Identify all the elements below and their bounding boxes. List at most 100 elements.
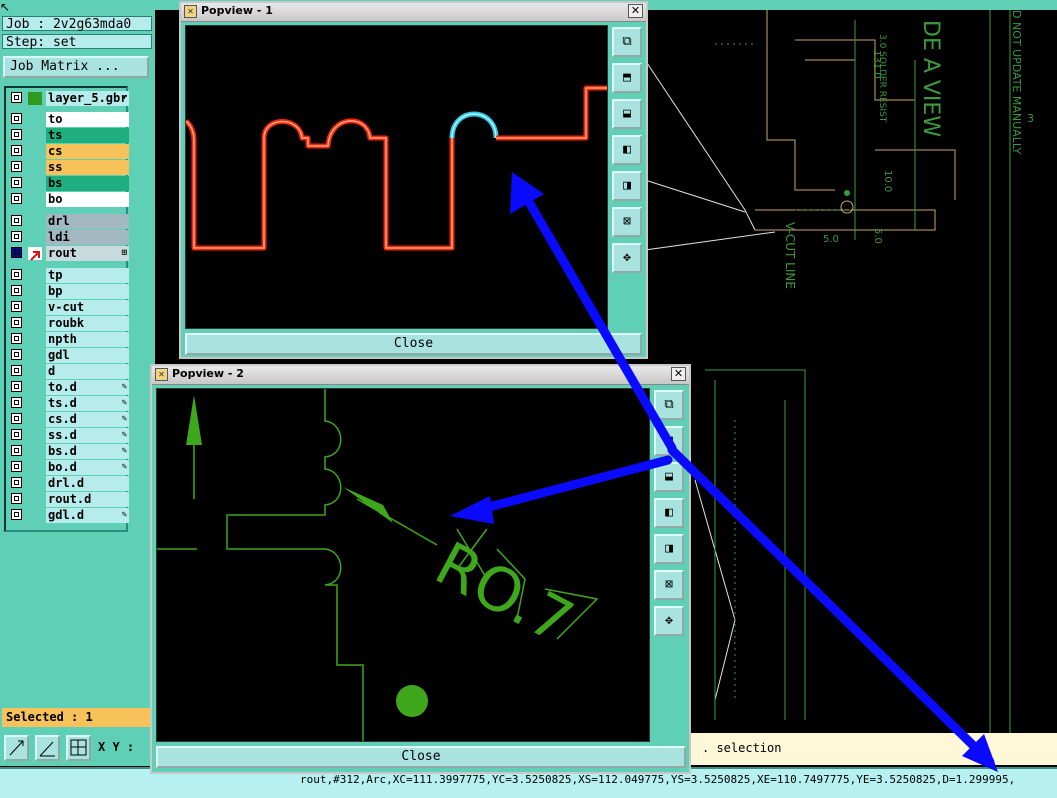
layer-name: ldi bbox=[46, 230, 129, 245]
layer-checkbox[interactable] bbox=[11, 509, 22, 520]
layer-checkbox[interactable] bbox=[11, 113, 22, 124]
layer-checkbox[interactable] bbox=[11, 145, 22, 156]
pan-right-icon[interactable]: ◨ bbox=[654, 534, 684, 564]
layer-row-layer-5-gbr[interactable]: layer_5.gbr ▾ bbox=[10, 91, 129, 106]
edit-icon: ✎ bbox=[121, 430, 127, 440]
layer-checkbox[interactable] bbox=[11, 349, 22, 360]
job-matrix-button[interactable]: Job Matrix ... bbox=[3, 56, 149, 78]
layer-row-ss[interactable]: ss bbox=[10, 160, 129, 175]
layer-color-swatch bbox=[28, 429, 42, 442]
layer-checkbox[interactable] bbox=[11, 445, 22, 456]
layer-checkbox[interactable] bbox=[11, 317, 22, 328]
popview-2-close-button[interactable]: Close bbox=[156, 746, 686, 768]
grid-button[interactable] bbox=[66, 735, 91, 761]
zoom-down-icon[interactable]: ⬓ bbox=[654, 462, 684, 492]
pan-left-icon[interactable]: ◧ bbox=[612, 135, 642, 165]
zoom-up-icon[interactable]: ⬒ bbox=[612, 63, 642, 93]
zoom-home-icon[interactable]: ⧉ bbox=[654, 390, 684, 420]
layer-row-ss-d[interactable]: ss.d ✎ bbox=[10, 428, 129, 443]
layer-row-cs[interactable]: cs bbox=[10, 144, 129, 159]
zoom-up-icon[interactable]: ⬒ bbox=[654, 426, 684, 456]
edit-icon: ✎ bbox=[121, 462, 127, 472]
layer-row-roubk[interactable]: roubk bbox=[10, 316, 129, 331]
layer-checkbox[interactable] bbox=[11, 231, 22, 242]
xy-label: X Y : bbox=[98, 740, 135, 754]
layer-row-gdl[interactable]: gdl bbox=[10, 348, 129, 363]
popview-1-title: Popview - 1 bbox=[201, 4, 273, 17]
layer-row-bp[interactable]: bp bbox=[10, 284, 129, 299]
layer-checkbox[interactable] bbox=[11, 381, 22, 392]
layer-checkbox[interactable] bbox=[11, 193, 22, 204]
layer-row-to[interactable]: to bbox=[10, 112, 129, 127]
layer-checkbox[interactable] bbox=[11, 215, 22, 226]
layer-row-gdl-d[interactable]: gdl.d ✎ bbox=[10, 508, 129, 523]
layer-color-swatch bbox=[28, 113, 42, 126]
status-text: rout,#312,Arc,XC=111.3997775,YC=3.525082… bbox=[300, 773, 1016, 786]
layer-checkbox[interactable] bbox=[11, 92, 22, 103]
layer-row-drl[interactable]: drl bbox=[10, 214, 129, 229]
popview-1-canvas[interactable] bbox=[184, 25, 608, 329]
layer-color-swatch bbox=[28, 493, 42, 506]
pan-center-icon[interactable]: ✥ bbox=[612, 243, 642, 273]
zoom-down-icon[interactable]: ⬓ bbox=[612, 99, 642, 129]
layer-row-drl-d[interactable]: drl.d bbox=[10, 476, 129, 491]
layer-color-swatch bbox=[28, 349, 42, 362]
layer-row-bs[interactable]: bs bbox=[10, 176, 129, 191]
popview-1-window: ✕ Popview - 1 ✕ ⧉ ⬒ ⬓ ◧ ◨ ⊠ ✥ Close bbox=[179, 1, 648, 359]
popview-2-canvas[interactable]: RO.7 bbox=[156, 388, 650, 742]
measure-button[interactable] bbox=[35, 735, 60, 761]
zoom-home-icon[interactable]: ⧉ bbox=[612, 27, 642, 57]
layer-checkbox[interactable] bbox=[11, 493, 22, 504]
edit-icon: ✎ bbox=[121, 398, 127, 408]
layer-checkbox[interactable] bbox=[11, 477, 22, 488]
layer-row-ts[interactable]: ts bbox=[10, 128, 129, 143]
pan-left-icon[interactable]: ◧ bbox=[654, 498, 684, 528]
layer-checkbox[interactable] bbox=[11, 129, 22, 140]
layer-row-bo[interactable]: bo bbox=[10, 192, 129, 207]
pan-right-icon[interactable]: ◨ bbox=[612, 171, 642, 201]
layer-checkbox[interactable] bbox=[11, 301, 22, 312]
layer-checkbox[interactable] bbox=[11, 413, 22, 424]
layer-row-ldi[interactable]: ldi bbox=[10, 230, 129, 245]
layer-row-npth[interactable]: npth bbox=[10, 332, 129, 347]
layer-row-to-d[interactable]: to.d ✎ bbox=[10, 380, 129, 395]
layer-checkbox[interactable] bbox=[11, 247, 22, 258]
edit-icon: ✎ bbox=[121, 382, 127, 392]
layer-row-cs-d[interactable]: cs.d ✎ bbox=[10, 412, 129, 427]
layer-row-tp[interactable]: tp bbox=[10, 268, 129, 283]
layer-checkbox[interactable] bbox=[11, 333, 22, 344]
layer-checkbox[interactable] bbox=[11, 177, 22, 188]
popview-1-close-button[interactable]: Close bbox=[185, 333, 642, 355]
layer-row-bs-d[interactable]: bs.d ✎ bbox=[10, 444, 129, 459]
layer-checkbox[interactable] bbox=[11, 269, 22, 280]
zoom-window-button[interactable] bbox=[4, 735, 29, 761]
layer-color-swatch bbox=[28, 92, 42, 105]
layer-checkbox[interactable] bbox=[11, 461, 22, 472]
close-icon[interactable]: ✕ bbox=[671, 367, 686, 381]
layer-row-d[interactable]: d bbox=[10, 364, 129, 379]
layer-color-swatch bbox=[28, 177, 42, 190]
layer-checkbox[interactable] bbox=[11, 429, 22, 440]
corner-arrow-icon: ↖ bbox=[0, 0, 11, 14]
layer-row-v-cut[interactable]: v-cut bbox=[10, 300, 129, 315]
popview-1-titlebar[interactable]: ✕ Popview - 1 ✕ bbox=[181, 3, 646, 22]
layer-color-swatch bbox=[28, 333, 42, 346]
layer-row-rout[interactable]: rout ⊞ bbox=[10, 246, 129, 261]
zoom-fit-icon[interactable]: ⊠ bbox=[654, 570, 684, 600]
zoom-fit-icon[interactable]: ⊠ bbox=[612, 207, 642, 237]
layer-checkbox[interactable] bbox=[11, 397, 22, 408]
popview-2-titlebar[interactable]: ✕ Popview - 2 ✕ bbox=[152, 366, 689, 385]
layer-checkbox[interactable] bbox=[11, 161, 22, 172]
drawing-dim-131: 131.0 bbox=[871, 50, 882, 79]
selected-count: Selected : 1 bbox=[2, 708, 150, 727]
close-icon[interactable]: ✕ bbox=[628, 4, 643, 18]
drawing-text-do-not-update: D NOT UPDATE MANUALLY bbox=[1010, 10, 1023, 155]
layer-color-swatch bbox=[28, 397, 42, 410]
layer-color-swatch bbox=[28, 317, 42, 330]
layer-row-bo-d[interactable]: bo.d ✎ bbox=[10, 460, 129, 475]
layer-row-ts-d[interactable]: ts.d ✎ bbox=[10, 396, 129, 411]
layer-checkbox[interactable] bbox=[11, 285, 22, 296]
layer-row-rout-d[interactable]: rout.d bbox=[10, 492, 129, 507]
layer-checkbox[interactable] bbox=[11, 365, 22, 376]
pan-center-icon[interactable]: ✥ bbox=[654, 606, 684, 636]
